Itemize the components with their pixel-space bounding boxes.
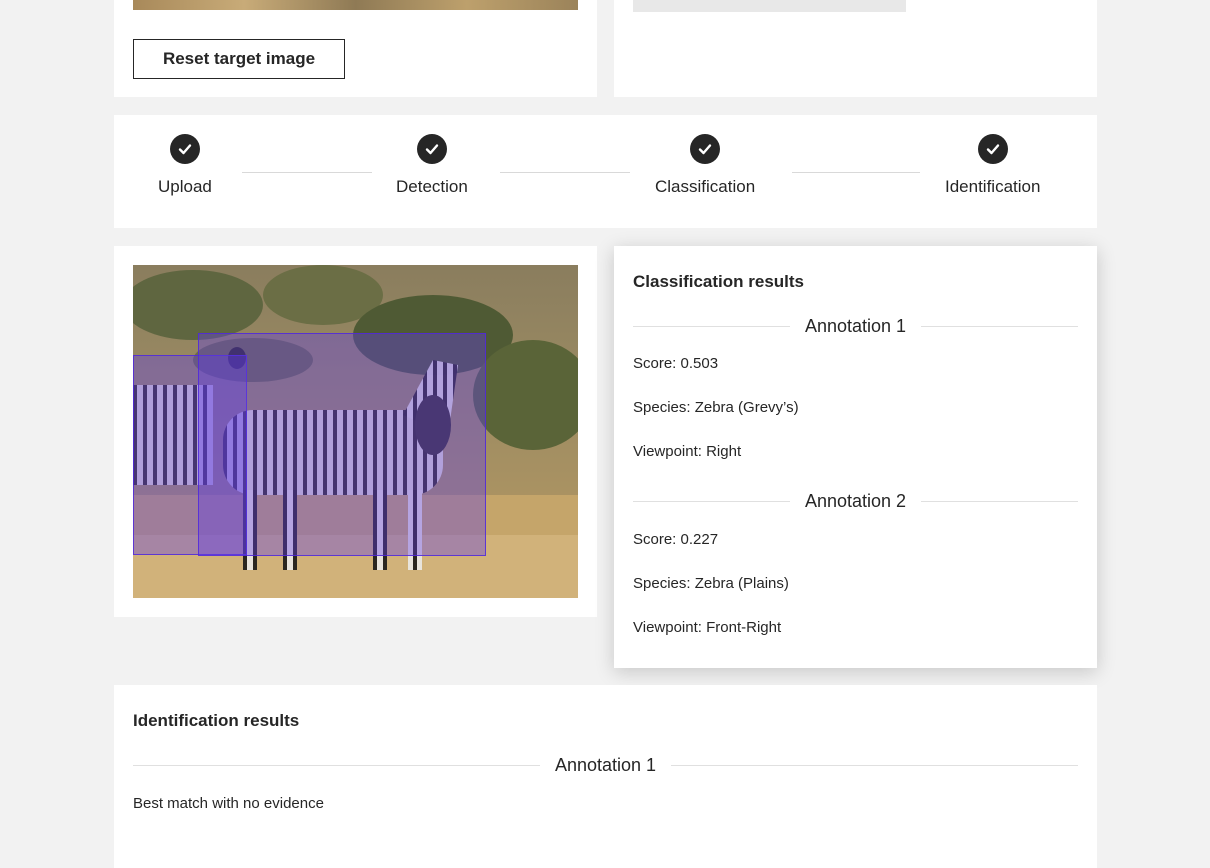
annotation-divider: Annotation 2 <box>633 489 1078 513</box>
check-icon <box>977 134 1008 164</box>
check-icon <box>416 134 447 164</box>
step-label: Classification <box>655 177 756 196</box>
identification-result: Best match with no evidence <box>133 795 324 812</box>
annotation-heading: Annotation 1 <box>554 754 657 775</box>
detection-image-card <box>114 246 597 617</box>
identification-results-card: Identification results Annotation 1 Best… <box>114 685 1097 868</box>
zebra-photo <box>133 265 578 598</box>
disabled-button <box>633 0 906 12</box>
step-connector <box>242 172 372 173</box>
section-title: Identification results <box>133 711 300 730</box>
progress-stepper: Upload Detection Classification Identifi… <box>114 115 1097 228</box>
annotation-species: Species: Zebra (Grevy’s) <box>633 399 799 416</box>
annotation-heading: Annotation 2 <box>804 490 907 511</box>
reset-target-image-button[interactable]: Reset target image <box>133 39 345 79</box>
step-identification: Identification <box>945 134 1040 197</box>
target-image-preview <box>133 0 578 10</box>
check-icon <box>690 134 721 164</box>
annotation-divider: Annotation 1 <box>633 314 1078 338</box>
annotation-species: Species: Zebra (Plains) <box>633 575 789 592</box>
annotation-score: Score: 0.503 <box>633 355 719 372</box>
step-label: Upload <box>158 177 212 196</box>
step-upload: Upload <box>158 134 212 197</box>
classification-results-card: Classification results Annotation 1 Scor… <box>614 246 1097 668</box>
step-label: Identification <box>945 177 1041 196</box>
annotation-viewpoint: Viewpoint: Right <box>633 443 742 460</box>
step-connector <box>792 172 920 173</box>
annotation-score: Score: 0.227 <box>633 531 719 548</box>
target-image-card: Reset target image <box>114 0 597 97</box>
annotation-viewpoint: Viewpoint: Front-Right <box>633 619 782 636</box>
annotation-divider: Annotation 1 <box>133 753 1078 777</box>
upload-card <box>614 0 1097 97</box>
step-label: Detection <box>396 177 468 196</box>
check-icon <box>169 134 200 164</box>
detection-box-1[interactable] <box>198 333 486 556</box>
step-connector <box>500 172 630 173</box>
section-title: Classification results <box>633 272 805 291</box>
step-classification: Classification <box>655 134 755 197</box>
step-detection: Detection <box>396 134 468 197</box>
annotation-heading: Annotation 1 <box>804 315 907 336</box>
